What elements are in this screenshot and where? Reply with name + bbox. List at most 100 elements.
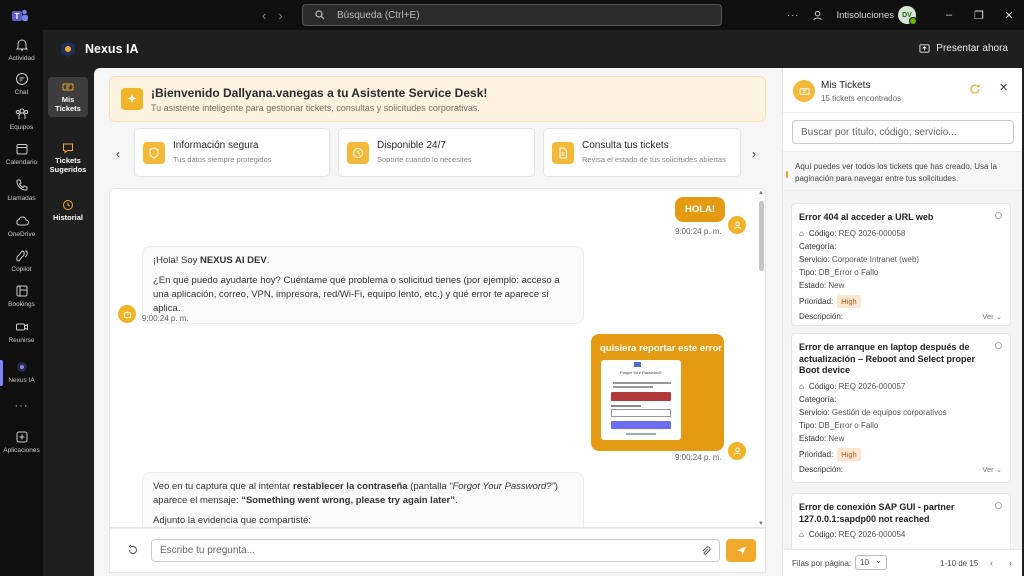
message-timestamp: 9:00:24 p. m. [675, 453, 722, 462]
send-icon [736, 546, 746, 556]
info-icon[interactable] [995, 212, 1002, 219]
forward-arrow-icon[interactable]: › [278, 8, 282, 23]
nav-tickets-sugeridos[interactable]: Tickets Sugeridos [48, 138, 88, 178]
rail-item-bookings[interactable]: Bookings [0, 284, 43, 308]
bot-message: ¡Hola! Soy NEXUS AI DEV. ¿En qué puedo a… [142, 246, 584, 324]
tickets-panel: Mis Tickets 15 tickets encontrados ✕ Bus… [782, 68, 1022, 576]
rail-more-icon[interactable]: ··· [0, 400, 43, 412]
bot-avatar-icon [118, 305, 136, 323]
chat-scrollbar[interactable]: ▲ ▼ [758, 190, 764, 527]
bell-icon [15, 39, 28, 51]
close-panel-icon[interactable]: ✕ [999, 81, 1008, 94]
refresh-icon[interactable] [969, 83, 981, 95]
rail-item-equipos[interactable]: Equipos [0, 107, 43, 131]
phone-icon [15, 179, 27, 191]
send-button[interactable] [726, 539, 756, 562]
prev-page-icon[interactable]: ‹ [990, 558, 993, 568]
chat-icon [15, 73, 28, 85]
search-placeholder: Búsqueda (Ctrl+E) [337, 9, 420, 21]
rail-item-aplicaciones[interactable]: Aplicaciones [0, 430, 43, 454]
app-title: Nexus IA [85, 42, 139, 56]
page-range: 1-10 de 15 [940, 559, 979, 568]
ticket-title: Error de conexión SAP GUI - partner 127.… [799, 502, 955, 524]
ticket-card[interactable]: Error 404 al acceder a URL web ⌂ Código: … [791, 203, 1011, 326]
ver-toggle[interactable]: Ver ⌄ [982, 465, 1002, 474]
teams-logo-icon[interactable]: T [12, 8, 28, 22]
sparkle-icon [121, 88, 143, 110]
user-message: HOLA! [675, 197, 726, 222]
plus-square-icon [16, 431, 27, 443]
ticket-icon [793, 80, 815, 102]
rail-item-copilot[interactable]: Copilot [0, 249, 43, 273]
panel-title: Mis Tickets [821, 80, 871, 91]
user-avatar[interactable]: DV [898, 6, 917, 25]
feature-card-consulta: Consulta tus tickets Revisa el estado de… [543, 128, 741, 177]
left-nav: Mis Tickets Tickets Sugeridos Historial [43, 68, 94, 576]
minimize-icon[interactable]: – [934, 9, 964, 21]
message-timestamp: 9:00:24 p. m. [675, 227, 722, 236]
panel-info: Aquí puedes ver todos los tickets que ha… [783, 151, 1022, 191]
user-avatar-icon [728, 442, 746, 460]
feature-card-seguridad: Información segura Tus datos siempre pro… [134, 128, 330, 177]
more-options-icon[interactable]: ··· [787, 10, 800, 21]
app-rail: Actividad Chat Equipos Calendario Llamad… [0, 30, 43, 576]
rail-item-calendario[interactable]: Calendario [0, 142, 43, 166]
ticket-icon [62, 83, 74, 91]
chat-messages[interactable]: HOLA! 9:00:24 p. m. ¡Hola! Soy NEXUS AI … [109, 188, 766, 528]
calendar-icon [16, 144, 27, 155]
info-icon[interactable] [995, 502, 1002, 509]
rail-item-actividad[interactable]: Actividad [0, 38, 43, 62]
tag-icon: ⌂ [799, 382, 804, 391]
ticket-card[interactable]: Error de arranque en laptop después de a… [791, 333, 1011, 483]
rail-item-llamadas[interactable]: Llamadas [0, 178, 43, 202]
carousel-next-icon[interactable]: › [752, 147, 756, 161]
info-icon[interactable] [995, 342, 1002, 349]
rows-per-page-select[interactable]: 10 [855, 555, 887, 570]
nav-historial[interactable]: Historial [48, 195, 88, 225]
bot-message: Veo en tu captura que al intentar restab… [142, 472, 584, 527]
priority-badge: High [837, 448, 861, 461]
history-icon [63, 200, 73, 210]
rail-item-reunirse[interactable]: Reunirse [0, 320, 43, 344]
feature-card-disponible: Disponible 24/7 Soporte cuando lo necesi… [338, 128, 535, 177]
ver-toggle[interactable]: Ver ⌄ [982, 312, 1002, 321]
ticket-search-input[interactable]: Buscar por título, código, servicio... [792, 120, 1014, 144]
next-page-icon[interactable]: › [1009, 558, 1012, 568]
welcome-subtitle: Tu asistente inteligente para gestionar … [151, 103, 480, 113]
rail-item-onedrive[interactable]: OneDrive [0, 214, 43, 238]
present-icon [919, 44, 930, 53]
shield-icon [143, 142, 165, 164]
svg-text:T: T [15, 12, 20, 21]
back-arrow-icon[interactable]: ‹ [262, 8, 266, 23]
panel-header: Mis Tickets 15 tickets encontrados ✕ [783, 68, 1022, 113]
reset-chat-icon[interactable] [127, 544, 139, 556]
ticket-count: 15 tickets encontrados [821, 94, 902, 103]
present-now-button[interactable]: Presentar ahora [919, 43, 1008, 54]
carousel-prev-icon[interactable]: ‹ [116, 147, 120, 161]
user-message-with-image: quisiera reportar este error Forgot Your… [591, 334, 724, 451]
people-icon[interactable] [813, 10, 824, 21]
nav-mis-tickets[interactable]: Mis Tickets [48, 77, 88, 117]
ticket-title: Error de arranque en laptop después de a… [799, 342, 976, 375]
attach-icon[interactable] [701, 545, 711, 557]
rail-item-nexus-ia[interactable]: Nexus IA [0, 360, 43, 386]
copilot-icon [15, 250, 28, 262]
welcome-title: ¡Bienvenido Dallyana.vanegas a tu Asiste… [151, 86, 488, 100]
ticket-list[interactable]: Error 404 al acceder a URL web ⌂ Código: … [783, 191, 1022, 549]
restore-icon[interactable]: ❐ [964, 9, 994, 22]
main-content: ¡Bienvenido Dallyana.vanegas a tu Asiste… [94, 68, 1022, 576]
nexus-logo-icon [61, 41, 75, 57]
org-name: Intisoluciones [836, 9, 894, 21]
chat-input[interactable]: Escribe tu pregunta... [151, 539, 720, 562]
tag-icon: ⌂ [799, 530, 804, 539]
ticket-card[interactable]: Error de conexión SAP GUI - partner 127.… [791, 493, 1011, 549]
user-avatar-icon [728, 216, 746, 234]
composer: Escribe tu pregunta... [109, 528, 766, 573]
close-window-icon[interactable]: ✕ [994, 9, 1024, 22]
message-icon [63, 143, 73, 154]
global-search-input[interactable]: Búsqueda (Ctrl+E) [302, 4, 722, 26]
search-icon [315, 10, 325, 20]
attached-screenshot[interactable]: Forgot Your Password? [601, 360, 681, 440]
welcome-banner: ¡Bienvenido Dallyana.vanegas a tu Asiste… [109, 76, 766, 122]
rail-item-chat[interactable]: Chat [0, 72, 43, 96]
